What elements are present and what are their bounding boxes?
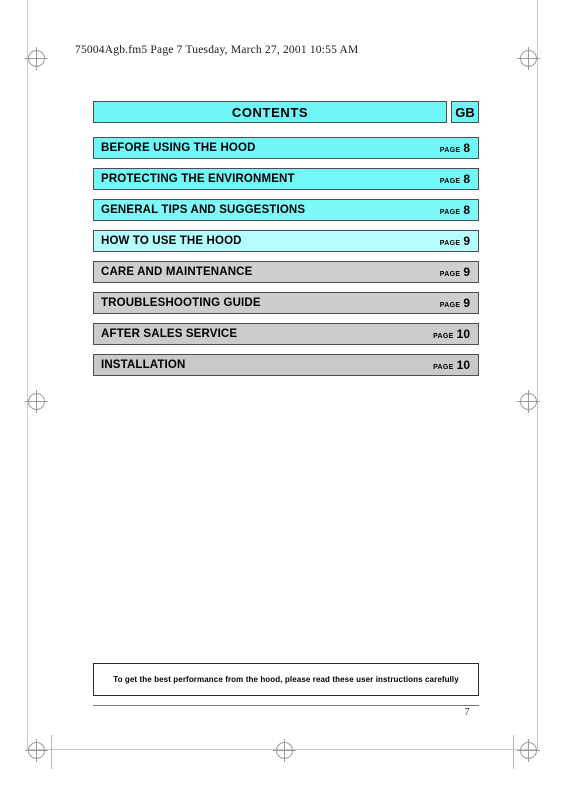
toc-page-number: 10 bbox=[456, 327, 470, 341]
toc-page-word: PAGE bbox=[439, 271, 461, 278]
toc-page-number: 8 bbox=[463, 141, 470, 155]
registration-mark-bottom-center bbox=[273, 739, 296, 762]
toc-page-word: PAGE bbox=[439, 240, 461, 247]
table-of-contents-row[interactable]: BEFORE USING THE HOOD PAGE 8 bbox=[93, 137, 479, 159]
toc-page-reference: PAGE 9 bbox=[440, 234, 470, 248]
registration-mark-middle-right bbox=[517, 390, 540, 413]
table-of-contents-row[interactable]: INSTALLATION PAGE 10 bbox=[93, 354, 479, 376]
table-of-contents: BEFORE USING THE HOOD PAGE 8 PROTECTING THE… bbox=[93, 137, 479, 385]
toc-entry-label: BEFORE USING THE HOOD bbox=[101, 142, 256, 154]
folio-number: 7 bbox=[464, 707, 470, 718]
toc-entry-label: CARE AND MAINTENANCE bbox=[101, 266, 253, 278]
registration-mark-bottom-right bbox=[517, 739, 540, 762]
toc-page-word: PAGE bbox=[439, 302, 461, 309]
registration-mark-top-right bbox=[517, 47, 540, 70]
toc-entry-label: HOW TO USE THE HOOD bbox=[101, 235, 242, 247]
toc-page-reference: PAGE 9 bbox=[440, 265, 470, 279]
toc-page-number: 8 bbox=[463, 203, 470, 217]
trim-guide-left bbox=[51, 735, 52, 769]
toc-page-reference: PAGE 8 bbox=[440, 172, 470, 186]
toc-page-number: 8 bbox=[463, 172, 470, 186]
toc-page-word: PAGE bbox=[433, 333, 454, 340]
contents-title-box: CONTENTS bbox=[93, 101, 447, 123]
toc-page-reference: PAGE 8 bbox=[440, 141, 470, 155]
toc-page-reference: PAGE 10 bbox=[433, 358, 470, 372]
toc-page-number: 9 bbox=[463, 296, 470, 310]
table-of-contents-row[interactable]: PROTECTING THE ENVIRONMENT PAGE 8 bbox=[93, 168, 479, 190]
instructions-note-text: To get the best performance from the hoo… bbox=[113, 675, 459, 684]
running-header: 75004Agb.fm5 Page 7 Tuesday, March 27, 2… bbox=[75, 44, 359, 56]
toc-page-number: 9 bbox=[463, 265, 470, 279]
language-code-box: GB bbox=[451, 101, 479, 123]
toc-page-reference: PAGE 10 bbox=[433, 327, 470, 341]
toc-entry-label: GENERAL TIPS AND SUGGESTIONS bbox=[101, 204, 306, 216]
table-of-contents-row[interactable]: TROUBLESHOOTING GUIDE PAGE 9 bbox=[93, 292, 479, 314]
trim-guide-right bbox=[513, 735, 514, 769]
toc-entry-label: PROTECTING THE ENVIRONMENT bbox=[101, 173, 295, 185]
folio-rule bbox=[93, 705, 479, 706]
table-of-contents-row[interactable]: CARE AND MAINTENANCE PAGE 9 bbox=[93, 261, 479, 283]
toc-page-word: PAGE bbox=[439, 178, 461, 185]
table-of-contents-row[interactable]: GENERAL TIPS AND SUGGESTIONS PAGE 8 bbox=[93, 199, 479, 221]
table-of-contents-row[interactable]: HOW TO USE THE HOOD PAGE 9 bbox=[93, 230, 479, 252]
page-title: CONTENTS bbox=[231, 104, 309, 120]
toc-page-word: PAGE bbox=[439, 147, 461, 154]
toc-entry-label: AFTER SALES SERVICE bbox=[101, 328, 238, 340]
toc-page-word: PAGE bbox=[439, 209, 461, 216]
registration-mark-top-left bbox=[25, 47, 48, 70]
toc-entry-label: INSTALLATION bbox=[101, 359, 186, 371]
toc-page-reference: PAGE 9 bbox=[440, 296, 470, 310]
language-code-label: GB bbox=[455, 104, 475, 120]
toc-page-word: PAGE bbox=[433, 364, 454, 371]
registration-mark-middle-left bbox=[25, 390, 48, 413]
table-of-contents-row[interactable]: AFTER SALES SERVICE PAGE 10 bbox=[93, 323, 479, 345]
toc-page-reference: PAGE 8 bbox=[440, 203, 470, 217]
toc-entry-label: TROUBLESHOOTING GUIDE bbox=[101, 297, 261, 309]
instructions-note-box: To get the best performance from the hoo… bbox=[93, 663, 479, 696]
toc-page-number: 10 bbox=[456, 358, 470, 372]
toc-page-number: 9 bbox=[463, 234, 470, 248]
registration-mark-bottom-left bbox=[25, 739, 48, 762]
contents-title-bar: CONTENTS GB bbox=[93, 101, 479, 123]
